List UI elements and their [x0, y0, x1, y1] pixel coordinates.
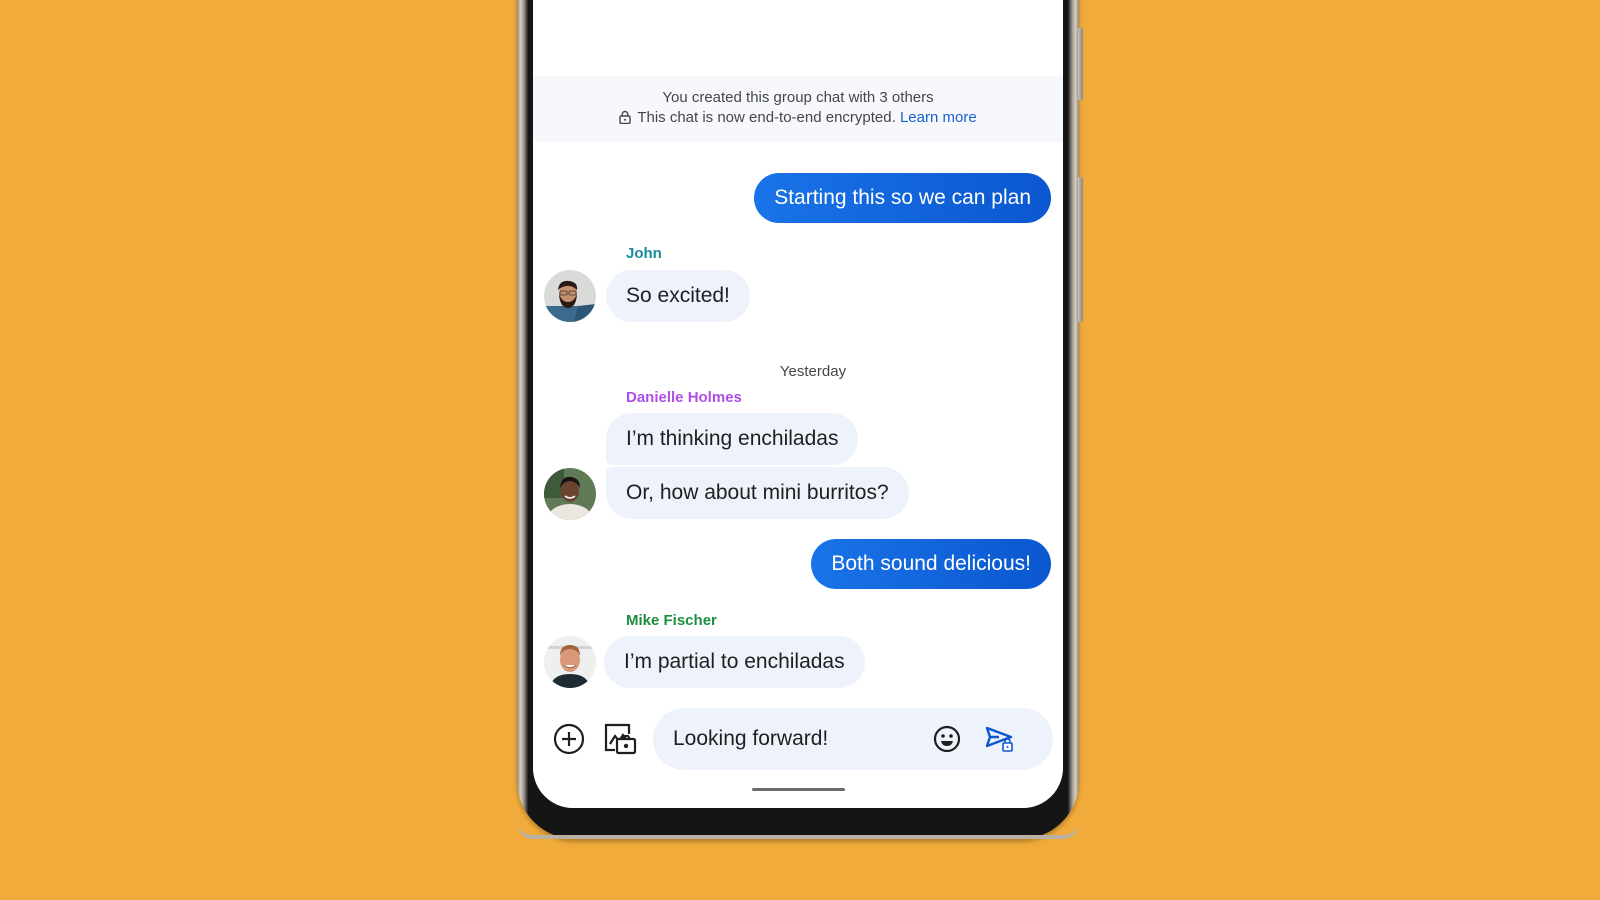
add-attachment-button[interactable]	[549, 719, 589, 759]
messages-screen: You created this group chat with 3 other…	[533, 0, 1063, 808]
volume-button	[1078, 177, 1083, 322]
send-button[interactable]	[980, 719, 1020, 759]
avatar-john[interactable]	[544, 270, 596, 322]
message-input[interactable]	[673, 708, 933, 770]
received-bubble[interactable]: I’m thinking enchiladas	[606, 413, 859, 465]
encryption-info-banner: You created this group chat with 3 other…	[533, 76, 1063, 142]
sent-bubble[interactable]: Both sound delicious!	[811, 539, 1051, 589]
message-received[interactable]: Or, how about mini burritos?	[606, 467, 909, 519]
encrypted-text: This chat is now end-to-end encrypted.	[637, 109, 896, 126]
gallery-camera-icon	[604, 723, 637, 755]
avatar-danielle[interactable]	[544, 468, 596, 520]
group-created-text: You created this group chat with 3 other…	[662, 89, 934, 106]
message-received[interactable]: So excited!	[606, 270, 750, 322]
message-received[interactable]: I’m thinking enchiladas	[606, 413, 859, 465]
compose-field[interactable]	[653, 708, 1053, 770]
gallery-button[interactable]	[600, 719, 640, 759]
sender-name-danielle: Danielle Holmes	[626, 389, 742, 406]
date-divider: Yesterday	[779, 363, 847, 380]
received-bubble[interactable]: So excited!	[606, 270, 750, 322]
message-received[interactable]: I’m partial to enchiladas	[604, 636, 865, 688]
emoji-icon	[933, 725, 961, 753]
sent-bubble[interactable]: Starting this so we can plan	[754, 173, 1051, 223]
sender-name-mike: Mike Fischer	[626, 612, 717, 629]
power-button	[1078, 28, 1083, 100]
message-sent[interactable]: Both sound delicious!	[811, 539, 1051, 589]
received-bubble[interactable]: I’m partial to enchiladas	[604, 636, 865, 688]
message-sent[interactable]: Starting this so we can plan	[754, 173, 1051, 223]
learn-more-link[interactable]: Learn more	[900, 109, 977, 126]
lock-icon	[619, 110, 632, 130]
received-bubble[interactable]: Or, how about mini burritos?	[606, 467, 909, 519]
send-encrypted-icon	[985, 726, 1013, 752]
home-indicator[interactable]	[752, 788, 845, 791]
sender-name-john: John	[626, 245, 662, 262]
avatar-mike[interactable]	[544, 636, 596, 688]
add-circle-icon	[553, 723, 585, 755]
emoji-button[interactable]	[927, 719, 967, 759]
